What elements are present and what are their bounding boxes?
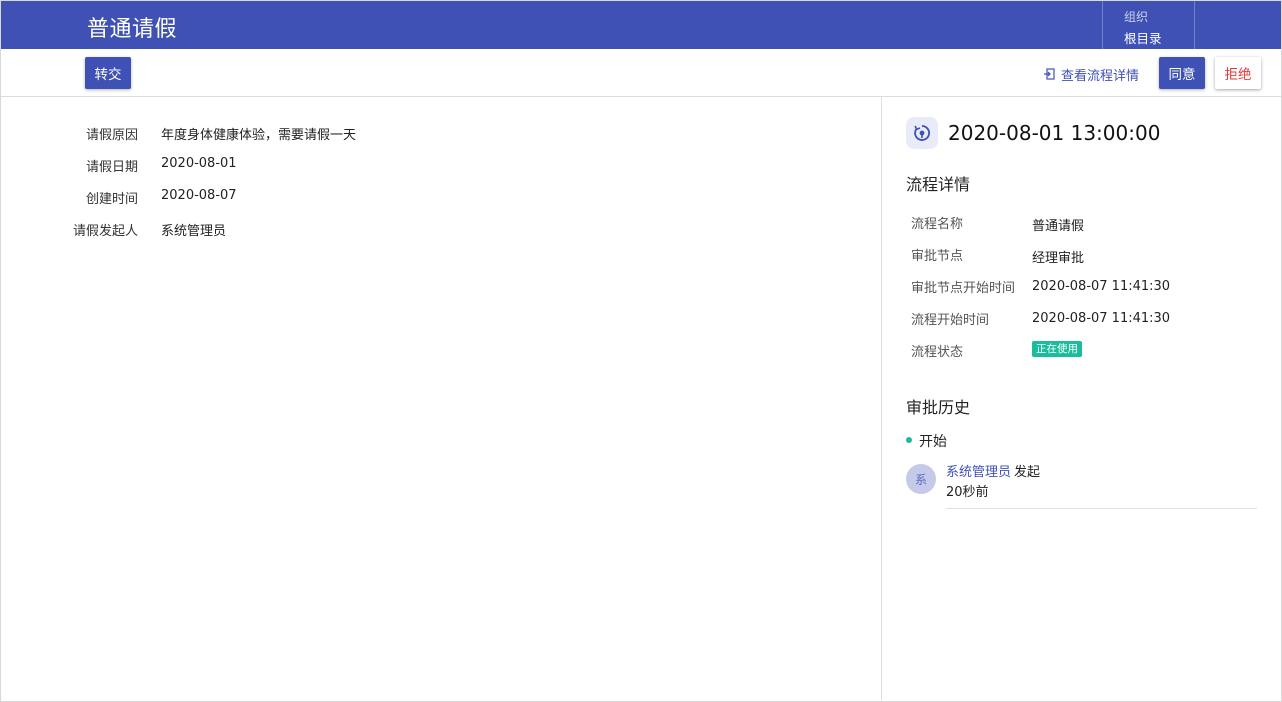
detail-row-node-start: 审批节点开始时间 2020-08-07 11:41:30 [911, 277, 1271, 297]
process-time: 2020-08-01 13:00:00 [948, 121, 1161, 145]
detail-label: 流程状态 [911, 345, 964, 360]
status-badge: 正在使用 [1032, 341, 1082, 357]
detail-value: 经理审批 [1032, 251, 1085, 266]
field-value: 2020-08-07 [161, 188, 237, 203]
view-process-link[interactable]: 查看流程详情 [1043, 65, 1140, 84]
form-row-created: 创建时间 2020-08-07 [1, 188, 881, 208]
detail-label: 流程名称 [911, 217, 964, 232]
detail-row-process-start: 流程开始时间 2020-08-07 11:41:30 [911, 309, 1271, 329]
field-value: 2020-08-01 [161, 156, 237, 171]
detail-label: 审批节点开始时间 [911, 281, 1016, 296]
view-process-label: 查看流程详情 [1061, 68, 1140, 84]
field-value: 年度身体健康体验，需要请假一天 [161, 128, 357, 143]
avatar: 系 [906, 464, 936, 494]
detail-value: 2020-08-07 11:41:30 [1032, 311, 1171, 326]
form-row-date: 请假日期 2020-08-01 [1, 156, 881, 176]
agree-button[interactable]: 同意 [1159, 57, 1205, 89]
field-label: 请假原因 [85, 128, 138, 143]
clock-refresh-icon [906, 117, 938, 149]
detail-row-node: 审批节点 经理审批 [911, 245, 1271, 266]
org-selector[interactable]: 组织 根目录 [1102, 1, 1195, 49]
detail-label: 审批节点 [911, 249, 964, 264]
history-divider [946, 508, 1257, 509]
detail-row-status: 流程状态 正在使用 [911, 341, 1271, 361]
org-value: 根目录 [1124, 31, 1162, 46]
field-label: 请假发起人 [72, 224, 138, 239]
process-pane: 2020-08-01 13:00:00 流程详情 流程名称 普通请假 审批节点 … [882, 97, 1281, 701]
org-label: 组织 [1124, 10, 1149, 24]
approval-history-title: 审批历史 [906, 398, 971, 417]
form-row-reason: 请假原因 年度身体健康体验，需要请假一天 [1, 124, 881, 144]
timeline-dot-icon [906, 437, 912, 443]
timeline-start-label: 开始 [919, 434, 947, 450]
form-row-initiator: 请假发起人 系统管理员 [1, 220, 881, 240]
reject-button[interactable]: 拒绝 [1215, 57, 1261, 89]
detail-value: 2020-08-07 11:41:30 [1032, 279, 1171, 294]
detail-value: 普通请假 [1032, 219, 1085, 234]
field-label: 请假日期 [85, 160, 138, 175]
open-detail-icon [1044, 68, 1055, 80]
detail-row-name: 流程名称 普通请假 [911, 213, 1271, 234]
field-value: 系统管理员 [161, 224, 227, 239]
action-toolbar: 转交 查看流程详情 同意 拒绝 [1, 49, 1281, 97]
detail-label: 流程开始时间 [911, 313, 990, 328]
history-time: 20秒前 [946, 485, 989, 500]
transfer-button[interactable]: 转交 [85, 57, 131, 89]
history-user-link[interactable]: 系统管理员 [946, 461, 1011, 480]
process-detail-title: 流程详情 [906, 175, 971, 194]
field-label: 创建时间 [85, 192, 138, 207]
history-action: 发起 [1014, 465, 1041, 480]
app-header: 普通请假 组织 根目录 [1, 1, 1281, 49]
form-pane: 请假原因 年度身体健康体验，需要请假一天 请假日期 2020-08-01 创建时… [1, 97, 881, 701]
page-title: 普通请假 [87, 17, 178, 42]
